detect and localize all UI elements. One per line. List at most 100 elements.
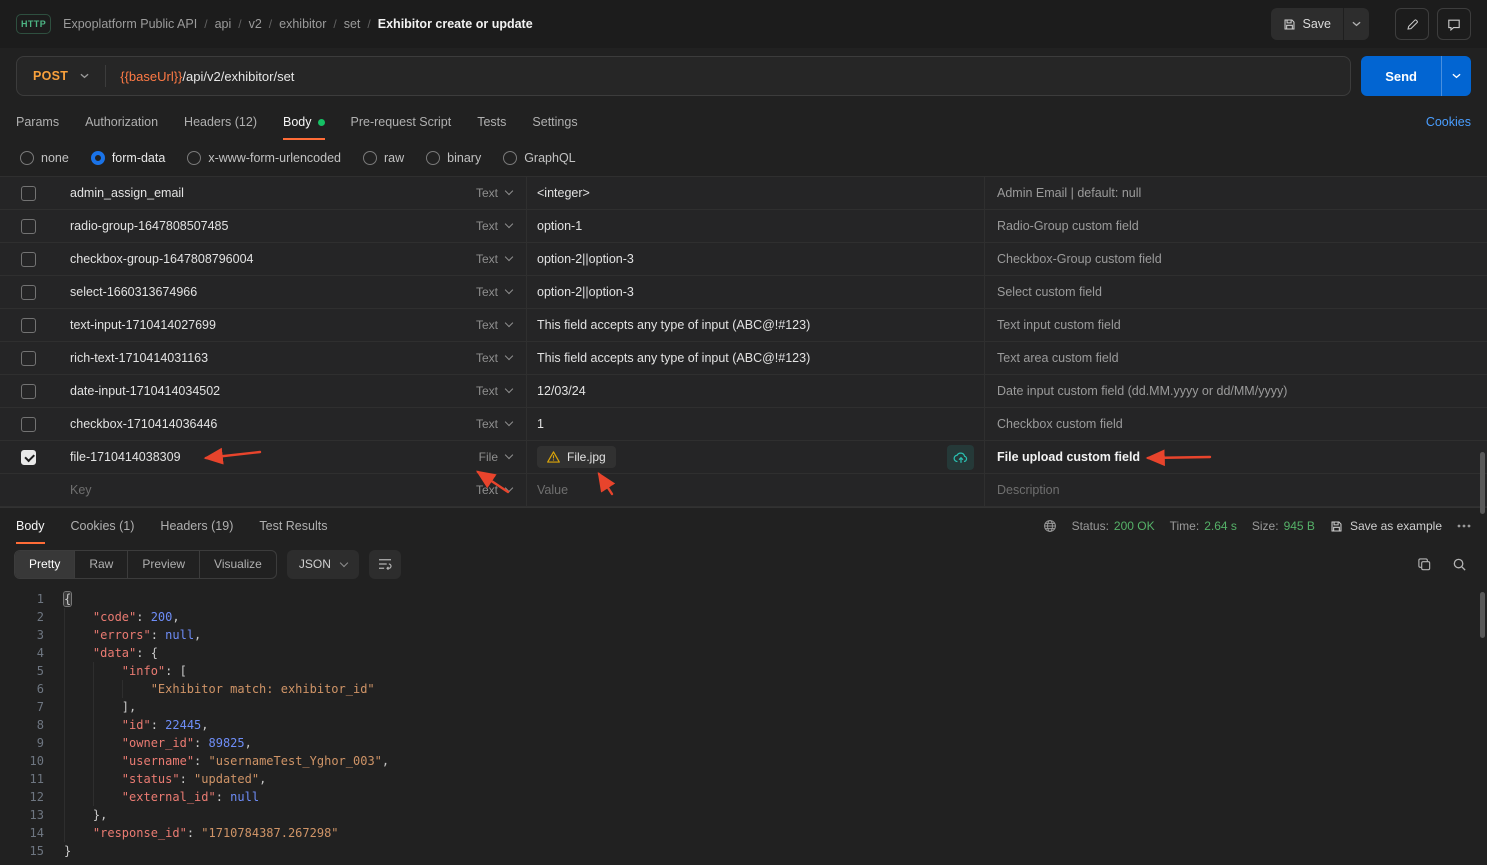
form-value[interactable]: 12/03/24: [537, 384, 586, 398]
body-mode-form-data[interactable]: form-data: [91, 151, 166, 165]
row-checkbox[interactable]: [21, 318, 36, 333]
save-button[interactable]: Save: [1271, 8, 1344, 40]
send-options-button[interactable]: [1441, 56, 1471, 96]
response-body-editor[interactable]: 123456789101112131415 {"code": 200,"erro…: [0, 584, 1487, 865]
row-checkbox[interactable]: [21, 186, 36, 201]
type-select[interactable]: Text: [476, 318, 526, 332]
form-key[interactable]: checkbox-1710414036446: [70, 417, 217, 431]
form-description[interactable]: Checkbox custom field: [997, 417, 1123, 431]
view-tab-preview[interactable]: Preview: [128, 551, 200, 578]
type-select[interactable]: Text: [476, 186, 526, 200]
form-value[interactable]: Value: [537, 483, 568, 497]
copy-response-button[interactable]: [1417, 557, 1432, 572]
breadcrumb-item[interactable]: api: [215, 17, 232, 31]
method-select[interactable]: POST: [17, 69, 105, 83]
form-key[interactable]: radio-group-1647808507485: [70, 219, 228, 233]
row-checkbox[interactable]: [21, 384, 36, 399]
tab-params[interactable]: Params: [16, 104, 59, 140]
breadcrumb-item[interactable]: v2: [249, 17, 262, 31]
body-mode-binary[interactable]: binary: [426, 151, 481, 165]
save-as-example-button[interactable]: Save as example: [1330, 519, 1442, 533]
type-select[interactable]: Text: [476, 483, 526, 497]
status-badge[interactable]: Status:200 OK: [1072, 519, 1155, 533]
type-select[interactable]: Text: [476, 285, 526, 299]
file-chip[interactable]: File.jpg: [537, 446, 616, 468]
body-mode-raw[interactable]: raw: [363, 151, 404, 165]
response-tab-test-results[interactable]: Test Results: [259, 508, 327, 544]
row-checkbox[interactable]: [21, 285, 36, 300]
breadcrumb-item[interactable]: exhibitor: [279, 17, 326, 31]
row-checkbox[interactable]: [21, 417, 36, 432]
format-select[interactable]: JSON: [287, 550, 359, 579]
form-value[interactable]: 1: [537, 417, 544, 431]
form-key[interactable]: Key: [70, 483, 92, 497]
response-tab-cookies-1[interactable]: Cookies (1): [71, 508, 135, 544]
type-select[interactable]: Text: [476, 384, 526, 398]
size-badge[interactable]: Size:945 B: [1252, 519, 1315, 533]
tab-tests[interactable]: Tests: [477, 104, 506, 140]
body-mode-none[interactable]: none: [20, 151, 69, 165]
form-key[interactable]: admin_assign_email: [70, 186, 184, 200]
form-description[interactable]: Date input custom field (dd.MM.yyyy or d…: [997, 384, 1287, 398]
form-description[interactable]: Select custom field: [997, 285, 1102, 299]
type-select[interactable]: Text: [476, 219, 526, 233]
form-description[interactable]: File upload custom field: [997, 450, 1140, 464]
type-select[interactable]: Text: [476, 351, 526, 365]
form-key[interactable]: date-input-1710414034502: [70, 384, 220, 398]
network-icon[interactable]: [1043, 519, 1057, 533]
body-mode-graphql[interactable]: GraphQL: [503, 151, 575, 165]
edit-button[interactable]: [1395, 8, 1429, 40]
row-checkbox[interactable]: [21, 450, 36, 465]
form-value[interactable]: <integer>: [537, 186, 590, 200]
search-response-button[interactable]: [1452, 557, 1467, 572]
form-value[interactable]: option-2||option-3: [537, 285, 634, 299]
tab-settings[interactable]: Settings: [532, 104, 577, 140]
form-description[interactable]: Admin Email | default: null: [997, 186, 1141, 200]
form-description[interactable]: Text area custom field: [997, 351, 1119, 365]
breadcrumb-item[interactable]: set: [344, 17, 361, 31]
view-tab-pretty[interactable]: Pretty: [15, 551, 75, 578]
more-options-icon[interactable]: [1457, 524, 1471, 528]
comments-button[interactable]: [1437, 8, 1471, 40]
time-badge[interactable]: Time:2.64 s: [1170, 519, 1237, 533]
form-description[interactable]: Description: [997, 483, 1060, 497]
view-tab-raw[interactable]: Raw: [75, 551, 128, 578]
breadcrumb-item[interactable]: Expoplatform Public API: [63, 17, 197, 31]
form-value[interactable]: option-1: [537, 219, 582, 233]
tab-body[interactable]: Body: [283, 104, 325, 140]
tab-headers-12[interactable]: Headers (12): [184, 104, 257, 140]
type-select[interactable]: File: [479, 450, 526, 464]
tab-pre-request-script[interactable]: Pre-request Script: [351, 104, 452, 140]
send-button[interactable]: Send: [1361, 56, 1441, 96]
cookies-link[interactable]: Cookies: [1426, 115, 1471, 129]
row-checkbox[interactable]: [21, 252, 36, 267]
url-input[interactable]: {{baseUrl}}/api/v2/exhibitor/set: [106, 69, 308, 84]
form-key[interactable]: select-1660313674966: [70, 285, 197, 299]
form-description[interactable]: Text input custom field: [997, 318, 1121, 332]
type-select[interactable]: Text: [476, 417, 526, 431]
row-checkbox[interactable]: [21, 219, 36, 234]
response-tab-body[interactable]: Body: [16, 508, 45, 544]
form-key[interactable]: rich-text-1710414031163: [70, 351, 208, 365]
upload-file-button[interactable]: [947, 445, 974, 470]
form-description[interactable]: Checkbox-Group custom field: [997, 252, 1162, 266]
value-cell: option-2||option-3: [527, 276, 985, 308]
type-select[interactable]: Text: [476, 252, 526, 266]
form-value[interactable]: This field accepts any type of input (AB…: [537, 318, 810, 332]
scrollbar-thumb[interactable]: [1480, 452, 1485, 514]
scrollbar-thumb[interactable]: [1480, 592, 1485, 638]
save-options-button[interactable]: [1343, 8, 1369, 40]
code-token: null: [165, 628, 194, 642]
tab-authorization[interactable]: Authorization: [85, 104, 158, 140]
form-value[interactable]: option-2||option-3: [537, 252, 634, 266]
response-tab-headers-19[interactable]: Headers (19): [160, 508, 233, 544]
form-value[interactable]: This field accepts any type of input (AB…: [537, 351, 810, 365]
form-description[interactable]: Radio-Group custom field: [997, 219, 1139, 233]
wrap-lines-button[interactable]: [369, 550, 401, 579]
form-key[interactable]: file-1710414038309: [70, 450, 181, 464]
body-mode-x-www-form-urlencoded[interactable]: x-www-form-urlencoded: [187, 151, 341, 165]
row-checkbox[interactable]: [21, 351, 36, 366]
view-tab-visualize[interactable]: Visualize: [200, 551, 276, 578]
form-key[interactable]: checkbox-group-1647808796004: [70, 252, 253, 266]
form-key[interactable]: text-input-1710414027699: [70, 318, 216, 332]
